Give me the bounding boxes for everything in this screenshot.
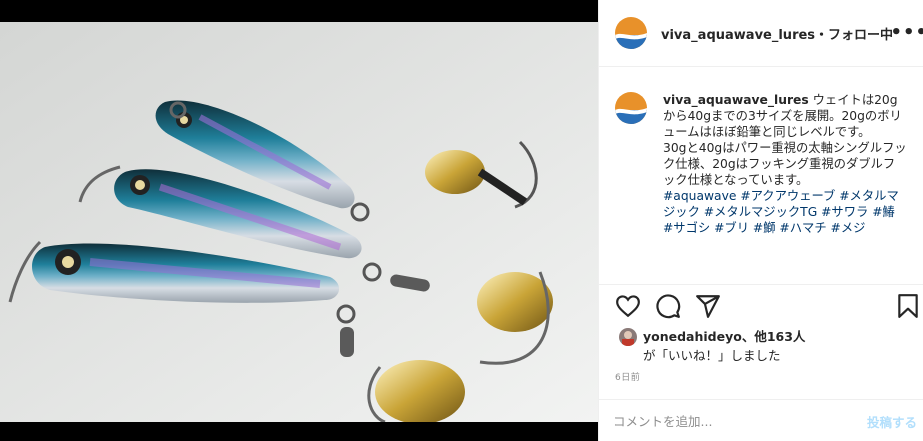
likes-line1: yonedahideyo、他163人: [643, 326, 805, 345]
heart-icon[interactable]: [615, 293, 641, 319]
caption-line2: 30gと40gはパワー重視の太軸シングルフック仕様、20gはフッキング重視のダブ…: [663, 141, 907, 187]
comment-input[interactable]: [613, 410, 833, 432]
author-avatar[interactable]: [615, 17, 647, 49]
more-options-icon[interactable]: •••: [890, 22, 923, 43]
likes-line2: が「いいね！」しました: [643, 348, 781, 363]
post-comment-button[interactable]: 投稿する: [867, 412, 917, 431]
liker-avatar[interactable]: [619, 328, 637, 346]
brand-logo-icon: [615, 92, 647, 124]
comments-area: viva_aquawave_lures ウェイトは20gから40gまでの3サイズ…: [599, 68, 923, 284]
post-photo[interactable]: [0, 22, 598, 422]
caption-username[interactable]: viva_aquawave_lures: [663, 93, 809, 107]
post-sidebar: viva_aquawave_lures・フォロー中 ••• viva_aquaw…: [598, 0, 923, 441]
lure-photo-illustration: [0, 22, 598, 422]
follow-status[interactable]: ・フォロー中: [815, 28, 893, 43]
post-media-pane: [0, 0, 598, 441]
comment-bar: 投稿する: [599, 399, 923, 441]
post-header: viva_aquawave_lures・フォロー中 •••: [599, 0, 923, 67]
caption-row: viva_aquawave_lures ウェイトは20gから40gまでの3サイズ…: [615, 92, 910, 236]
post-timestamp[interactable]: 6日前: [615, 370, 640, 383]
caption-text: viva_aquawave_lures ウェイトは20gから40gまでの3サイズ…: [663, 92, 907, 236]
caption-hashtags[interactable]: #aquawave #アクアウェーブ #メタルマジック #メタルマジックTG #…: [663, 189, 899, 235]
action-bar: [599, 284, 923, 326]
bookmark-icon[interactable]: [895, 293, 921, 319]
user-avatar-icon: [619, 328, 637, 346]
header-username[interactable]: viva_aquawave_lures: [661, 28, 815, 43]
paper-plane-icon[interactable]: [695, 293, 721, 319]
comment-icon[interactable]: [655, 293, 681, 319]
liker-username[interactable]: yonedahideyo: [643, 329, 742, 344]
likes-others[interactable]: 、他163人: [742, 329, 806, 344]
brand-logo-icon: [615, 17, 647, 49]
caption-avatar[interactable]: [615, 92, 647, 124]
header-text: viva_aquawave_lures・フォロー中: [661, 24, 893, 43]
